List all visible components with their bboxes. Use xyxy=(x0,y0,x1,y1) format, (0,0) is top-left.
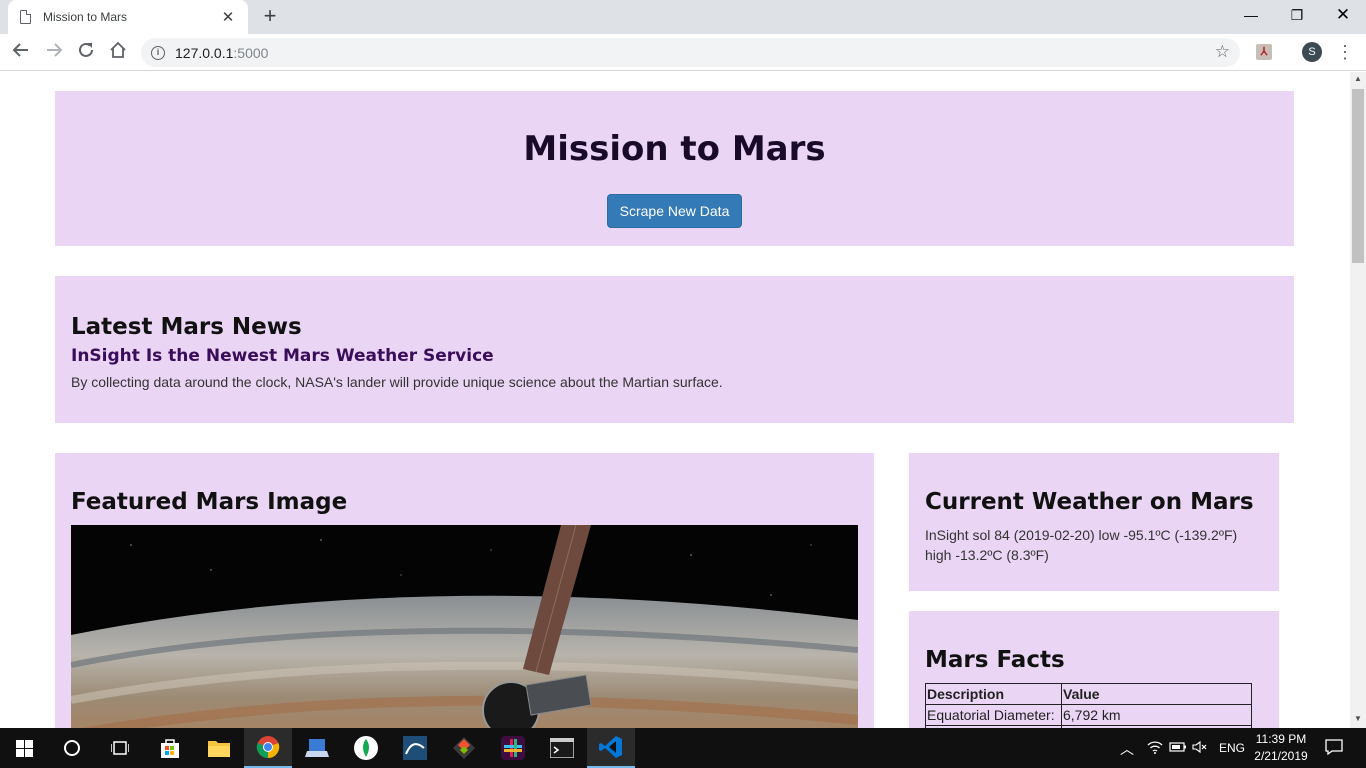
start-icon[interactable] xyxy=(0,728,48,768)
tab-title: Mission to Mars xyxy=(43,10,128,24)
file-explorer-icon[interactable] xyxy=(195,728,243,768)
close-window-button[interactable]: ✕ xyxy=(1320,0,1366,30)
table-header-row: Description Value xyxy=(925,683,1252,705)
python-install-icon[interactable] xyxy=(293,728,341,768)
volume-muted-icon[interactable] xyxy=(1192,740,1208,757)
weather-heading: Current Weather on Mars xyxy=(925,489,1254,515)
notification-icon[interactable] xyxy=(1325,739,1343,758)
scrollbar-thumb[interactable] xyxy=(1352,89,1364,263)
battery-icon[interactable] xyxy=(1169,740,1187,757)
table-cell: Equatorial Diameter: xyxy=(925,704,1062,726)
new-tab-button[interactable]: + xyxy=(259,4,281,28)
facts-panel: Mars Facts Description Value Equatorial … xyxy=(909,611,1279,728)
weather-text: InSight sol 84 (2019-02-20) low -95.1ºC … xyxy=(925,527,1238,563)
featured-heading: Featured Mars Image xyxy=(71,489,348,515)
news-paragraph: By collecting data around the clock, NAS… xyxy=(71,374,723,390)
git-icon[interactable] xyxy=(440,728,488,768)
forward-icon[interactable] xyxy=(41,40,67,66)
news-panel: Latest Mars News InSight Is the Newest M… xyxy=(55,276,1294,423)
chrome-icon[interactable] xyxy=(244,728,292,768)
address-bar[interactable]: i 127.0.0.1 :5000 ☆ xyxy=(141,38,1240,67)
facts-heading: Mars Facts xyxy=(925,647,1065,673)
scroll-down-arrow-icon[interactable]: ▼ xyxy=(1350,714,1366,726)
scroll-up-arrow-icon[interactable]: ▲ xyxy=(1350,74,1366,86)
minimize-button[interactable]: — xyxy=(1228,0,1274,30)
windows-taskbar: ︿ ENG 11:39 PM 2/21/2019 xyxy=(0,728,1366,768)
mysql-workbench-icon[interactable] xyxy=(391,728,439,768)
search-icon[interactable] xyxy=(48,728,96,768)
profile-avatar[interactable]: S xyxy=(1302,42,1322,62)
reload-icon[interactable] xyxy=(73,40,99,66)
featured-mars-image xyxy=(71,525,858,728)
column-header: Value xyxy=(1061,683,1252,705)
news-heading: Latest Mars News xyxy=(71,314,302,340)
clock-date: 2/21/2019 xyxy=(1254,749,1308,763)
page-icon xyxy=(20,10,31,24)
url-port: :5000 xyxy=(233,44,269,61)
url-host: 127.0.0.1 xyxy=(175,44,234,61)
tray-expand-icon[interactable]: ︿ xyxy=(1120,739,1134,759)
slack-icon[interactable] xyxy=(489,728,537,768)
featured-image-panel: Featured Mars Image xyxy=(55,453,874,728)
mongodb-icon[interactable] xyxy=(342,728,390,768)
table-cell: 6,792 km xyxy=(1061,704,1252,726)
clock-time: 11:39 PM xyxy=(1255,732,1307,746)
page-scrollbar[interactable]: ▲ ▼ xyxy=(1350,72,1366,728)
store-icon[interactable] xyxy=(146,728,194,768)
header-jumbotron: Mission to Mars Scrape New Data xyxy=(55,91,1294,246)
page-viewport: Mission to Mars Scrape New Data Latest M… xyxy=(0,72,1350,728)
restore-button[interactable]: ❐ xyxy=(1274,0,1320,30)
browser-menu-icon[interactable]: ⋮ xyxy=(1336,40,1354,64)
vscode-icon[interactable] xyxy=(587,728,635,768)
scrape-button[interactable]: Scrape New Data xyxy=(607,194,742,228)
close-tab-icon[interactable]: ✕ xyxy=(220,8,236,26)
table-row: Equatorial Diameter: 6,792 km xyxy=(925,704,1252,726)
weather-panel: Current Weather on Mars InSight sol 84 (… xyxy=(909,453,1279,591)
column-header: Description xyxy=(925,683,1062,705)
browser-toolbar: i 127.0.0.1 :5000 ☆ xyxy=(0,34,1366,71)
bookmark-star-icon[interactable]: ☆ xyxy=(1215,42,1230,62)
wifi-icon[interactable] xyxy=(1147,739,1163,758)
browser-tab-bar: Mission to Mars ✕ + — ❐ ✕ xyxy=(0,0,1366,34)
browser-tab[interactable]: Mission to Mars ✕ xyxy=(8,0,248,34)
language-indicator[interactable]: ENG xyxy=(1219,741,1245,755)
pdf-extension-icon[interactable]: ⅄ xyxy=(1256,44,1272,60)
back-icon[interactable] xyxy=(8,40,34,66)
home-icon[interactable] xyxy=(105,40,131,66)
terminal-icon[interactable] xyxy=(538,728,586,768)
site-info-icon[interactable]: i xyxy=(151,45,165,60)
system-clock[interactable]: 11:39 PM 2/21/2019 xyxy=(1252,731,1310,765)
news-title: InSight Is the Newest Mars Weather Servi… xyxy=(71,346,494,366)
facts-table: Description Value Equatorial Diameter: 6… xyxy=(925,683,1252,728)
page-title: Mission to Mars xyxy=(523,129,826,169)
task-view-icon[interactable] xyxy=(96,728,144,768)
